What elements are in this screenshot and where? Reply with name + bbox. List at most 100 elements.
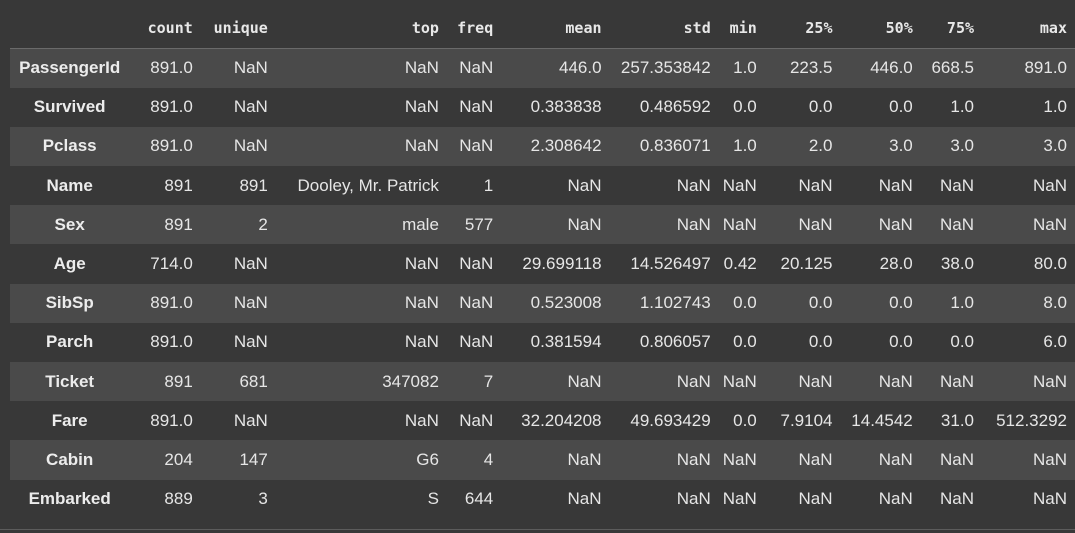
table-cell: 14.4542 (851, 410, 913, 430)
table-row: Sex 891 2 male 577 NaN NaN NaN NaN NaN NaN NaN (10, 205, 1075, 245)
table-cell: NaN (459, 58, 494, 78)
table-cell: NaN (567, 175, 602, 195)
table-cell: 0.0 (733, 293, 757, 313)
table-cell: 0.523008 (530, 293, 602, 313)
table-cell: NaN (459, 332, 494, 352)
table-cell: NaN (878, 449, 913, 469)
table-body: PassengerId 891.0 NaN NaN NaN 446.0 257.353842… (10, 48, 1075, 519)
column-header: min (729, 19, 757, 37)
table-cell: 31.0 (940, 410, 975, 430)
column-header: unique (213, 19, 268, 37)
table-row: Cabin 204 147 G6 4 NaN NaN NaN NaN NaN NaN NaN (10, 440, 1075, 480)
column-header: freq (457, 19, 494, 37)
table-cell: NaN (878, 214, 913, 234)
row-index-label: PassengerId (19, 58, 121, 78)
table-cell: 512.3292 (996, 410, 1067, 430)
table-cell: NaN (878, 371, 913, 391)
table-cell: 0.0 (808, 97, 833, 117)
table-cell: 7 (483, 371, 494, 391)
describe-table: count unique top freq mean std min 25% 50% 75% max… (10, 8, 1075, 519)
table-cell: NaN (940, 175, 975, 195)
column-header: count (147, 19, 193, 37)
table-cell: 1.102743 (639, 293, 711, 313)
table-cell: 32.204208 (521, 410, 602, 430)
table-cell: 0.0 (889, 332, 913, 352)
index-header (10, 8, 129, 49)
table-cell: 1.0 (733, 58, 757, 78)
table-cell: 20.125 (780, 254, 833, 274)
row-index-label: Fare (51, 410, 88, 430)
row-index-label: Age (53, 254, 86, 274)
table-cell: 644 (464, 489, 494, 509)
table-cell: 204 (164, 449, 193, 469)
table-cell: NaN (404, 97, 439, 117)
table-cell: NaN (722, 489, 757, 509)
table-cell: NaN (940, 371, 975, 391)
table-cell: NaN (940, 214, 975, 234)
table-cell: NaN (233, 293, 268, 313)
table-cell: 49.693429 (630, 410, 711, 430)
table-cell: 223.5 (789, 58, 833, 78)
table-row: PassengerId 891.0 NaN NaN NaN 446.0 257.353842… (10, 48, 1075, 88)
table-cell: 1.0 (733, 136, 757, 156)
table-cell: NaN (404, 293, 439, 313)
table-cell: male (402, 214, 439, 234)
table-row: Survived 891.0 NaN NaN NaN 0.383838 0.486592 0.… (10, 87, 1075, 127)
table-cell: 3.0 (950, 136, 975, 156)
table-cell: 891 (239, 175, 268, 195)
table-cell: NaN (1032, 489, 1067, 509)
table-cell: 0.0 (733, 410, 757, 430)
row-index-label: Sex (54, 214, 85, 234)
table-cell: NaN (1032, 175, 1067, 195)
table-cell: NaN (233, 58, 268, 78)
table-cell: 0.836071 (639, 136, 711, 156)
table-cell: 147 (239, 449, 268, 469)
table-cell: 6.0 (1043, 332, 1067, 352)
table-row: Fare 891.0 NaN NaN NaN 32.204208 49.693429 0.0 7… (10, 401, 1075, 441)
table-cell: NaN (233, 254, 268, 274)
row-index-label: Embarked (28, 489, 111, 509)
table-cell: NaN (940, 449, 975, 469)
table-cell: 891.0 (1024, 58, 1067, 78)
table-cell: Dooley, Mr. Patrick (297, 175, 439, 195)
table-cell: 668.5 (931, 58, 975, 78)
column-header: 50% (885, 19, 913, 37)
table-row: Parch 891.0 NaN NaN NaN 0.381594 0.806057 0.0 0.… (10, 322, 1075, 362)
table-cell: 891.0 (150, 410, 193, 430)
output-bottom-border (0, 529, 1075, 530)
table-cell: 14.526497 (630, 254, 711, 274)
table-cell: NaN (1032, 214, 1067, 234)
table-cell: NaN (404, 58, 439, 78)
table-cell: NaN (798, 449, 833, 469)
table-cell: 0.42 (723, 254, 757, 274)
table-cell: 446.0 (870, 58, 913, 78)
table-row: Name 891 891 Dooley, Mr. Patrick 1 NaN NaN NaN N… (10, 166, 1075, 206)
table-cell: 1 (483, 175, 494, 195)
table-cell: 8.0 (1043, 293, 1067, 313)
table-cell: NaN (404, 332, 439, 352)
table-cell: 1.0 (950, 97, 975, 117)
table-cell: 891.0 (150, 136, 193, 156)
table-cell: 891.0 (150, 97, 193, 117)
table-cell: NaN (722, 175, 757, 195)
table-cell: 28.0 (879, 254, 913, 274)
table-cell: 1.0 (1043, 97, 1067, 117)
table-cell: 4 (483, 449, 494, 469)
table-cell: NaN (1032, 371, 1067, 391)
table-cell: NaN (567, 489, 602, 509)
table-cell: 0.0 (950, 332, 975, 352)
table-cell: NaN (567, 214, 602, 234)
table-cell: 0.0 (889, 97, 913, 117)
table-cell: NaN (676, 214, 711, 234)
table-cell: NaN (459, 293, 494, 313)
table-cell: 29.699118 (522, 254, 602, 274)
table-cell: 446.0 (558, 58, 602, 78)
table-cell: 2.0 (808, 136, 833, 156)
table-cell: NaN (722, 371, 757, 391)
table-cell: NaN (233, 332, 268, 352)
table-cell: 891 (164, 214, 193, 234)
table-cell: 0.0 (808, 332, 833, 352)
column-header: mean (565, 19, 602, 37)
table-cell: 2 (258, 214, 268, 234)
table-cell: NaN (459, 97, 494, 117)
